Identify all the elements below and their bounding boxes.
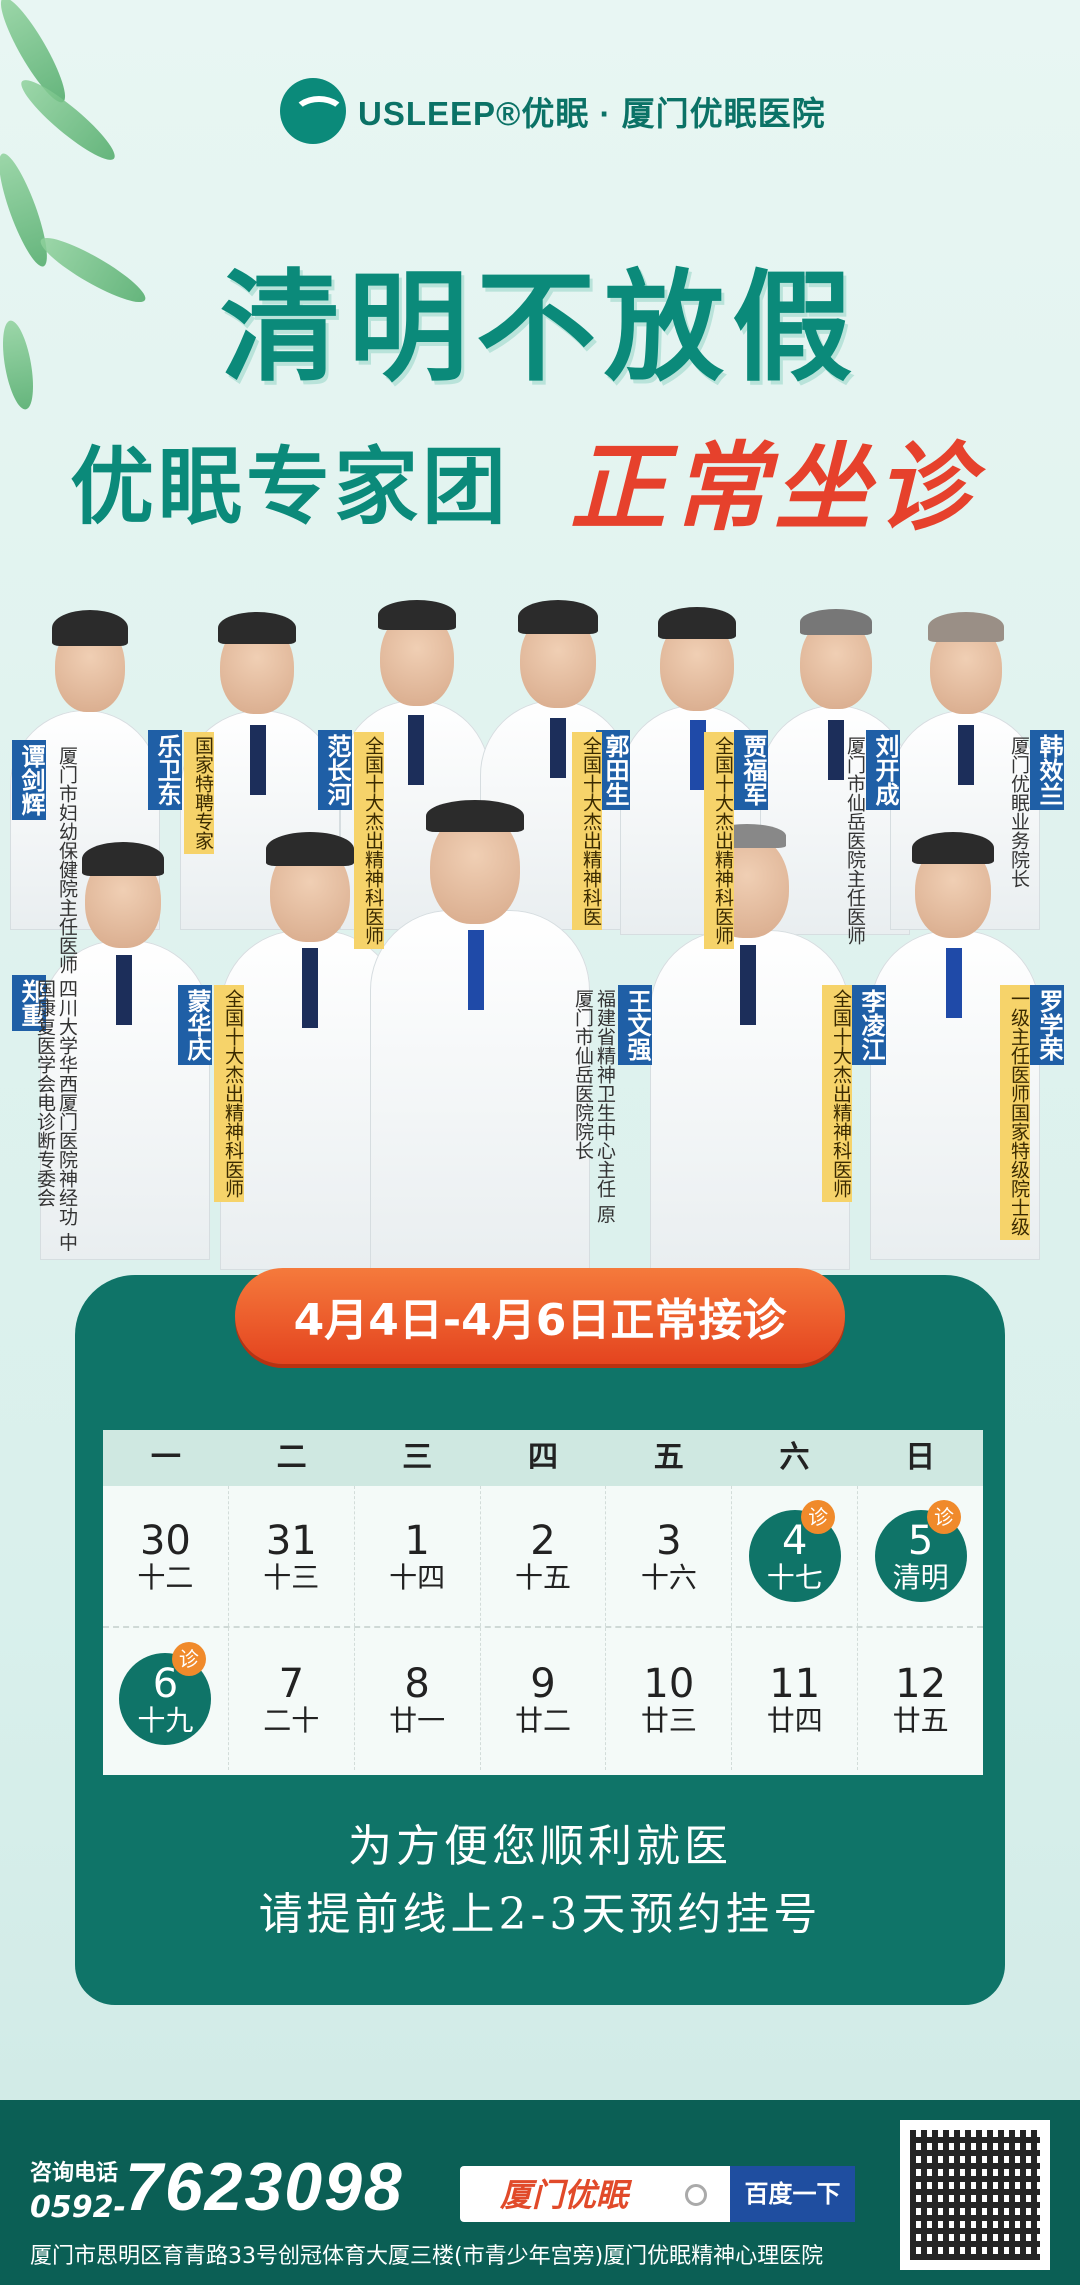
doctor-title: 全国十大杰出精神科医师 xyxy=(214,985,244,1202)
lunar-date: 十二 xyxy=(137,1561,194,1594)
phone-number[interactable]: 7623098 xyxy=(125,2148,404,2226)
doctor-title: 全国十大杰出精神科医师 xyxy=(822,985,852,1202)
calendar-day-open: 6 十九 诊 xyxy=(103,1628,229,1770)
weekday-label: 日 xyxy=(905,1440,936,1475)
calendar-day: 3 十六 xyxy=(606,1486,733,1626)
calendar: 一 二 三 四 五 六 日 30 十二 31 十三 1 十四 2 十五 3 十六 4 十七 … xyxy=(103,1430,983,1775)
weekday-label: 一 xyxy=(150,1440,181,1475)
day-number: 7 xyxy=(278,1661,305,1707)
logo-text: USLEEP®优眠 · 厦门优眠医院 xyxy=(358,95,826,132)
calendar-weekday-header: 一 二 三 四 五 六 日 xyxy=(103,1430,983,1486)
calendar-day: 1 十四 xyxy=(355,1486,481,1626)
day-number: 2 xyxy=(530,1518,556,1564)
calendar-day-open: 5 清明 诊 xyxy=(858,1486,983,1626)
calendar-day-open: 4 十七 诊 xyxy=(732,1486,859,1626)
doctor-group-photo: 谭剑辉 厦门市妇幼保健院主任医师 乐卫东 国家特聘专家 范长河 全国十大杰出精神… xyxy=(0,590,1080,1270)
phone-label: 咨询电话 xyxy=(30,2161,119,2186)
doctor-name: 乐卫东 xyxy=(148,730,182,810)
day-number: 9 xyxy=(530,1661,556,1707)
calendar-week-row: 30 十二 31 十三 1 十四 2 十五 3 十六 4 十七 诊 5 清明 诊 xyxy=(103,1486,983,1628)
logo-icon xyxy=(280,78,346,144)
doctor-title: 国家特聘专家 xyxy=(184,732,214,854)
calendar-day: 10 廿三 xyxy=(606,1628,733,1770)
clinic-badge: 诊 xyxy=(801,1500,836,1534)
doctor-title: 全国十大杰出精神科医 xyxy=(572,732,602,930)
lunar-date: 廿五 xyxy=(892,1704,949,1737)
doctor-name: 蒙华庆 xyxy=(178,985,212,1065)
weekday-label: 二 xyxy=(276,1440,307,1475)
calendar-day: 7 二十 xyxy=(229,1628,355,1770)
doctor-name: 刘开成 xyxy=(866,730,900,810)
calendar-week-row: 6 十九 诊 7 二十 8 廿一 9 廿二 10 廿三 11 廿四 12 廿五 xyxy=(103,1628,983,1770)
calendar-day: 12 廿五 xyxy=(858,1628,983,1770)
lunar-date: 清明 xyxy=(892,1561,949,1594)
weekday-label: 三 xyxy=(402,1440,433,1475)
headline: 清明不放假 xyxy=(220,259,860,398)
search-button[interactable]: 百度一下 xyxy=(730,2166,855,2222)
doctor-name: 王文强 xyxy=(618,985,652,1065)
lunar-date: 十三 xyxy=(263,1561,320,1594)
doctor-name: 谭剑辉 xyxy=(12,740,46,820)
date-banner: 4月4日-4月6日正常接诊 xyxy=(235,1268,845,1364)
day-number: 12 xyxy=(895,1661,947,1707)
lunar-date: 十九 xyxy=(137,1704,194,1737)
clinic-badge: 诊 xyxy=(927,1500,962,1534)
doctor-title: 一级主任医师国家特级院士级 xyxy=(1000,985,1030,1240)
hospital-logo: USLEEP®优眠 · 厦门优眠医院 xyxy=(280,78,826,144)
doctor-title: 全国十大杰出精神科医师 xyxy=(704,732,734,949)
phone-area-code: 0592- xyxy=(30,2190,126,2225)
search-icon xyxy=(685,2184,707,2206)
day-number: 10 xyxy=(643,1661,695,1707)
hospital-address: 厦门市思明区育青路33号创冠体育大厦三楼(市青少年宫旁)厦门优眠精神心理医院 xyxy=(30,2244,824,2269)
day-number: 1 xyxy=(404,1518,430,1564)
appointment-note: 为方便您顺利就医 xyxy=(348,1821,732,1872)
lunar-date: 十六 xyxy=(640,1561,697,1594)
doctor-title: 四川大学华西厦门医院神经功 中国康复医学会电诊断专委会 xyxy=(34,979,78,1252)
lunar-date: 廿二 xyxy=(515,1704,572,1737)
weekday-label: 五 xyxy=(653,1440,684,1475)
appointment-note: 请提前线上2-3天预约挂号 xyxy=(258,1889,822,1940)
lunar-date: 廿四 xyxy=(766,1704,823,1737)
subheadline-part1: 优眠专家团 xyxy=(70,438,511,536)
day-number: 11 xyxy=(769,1661,821,1707)
doctor-title: 全国十大杰出精神科医师 xyxy=(354,732,384,949)
doctor-title: 福建省精神卫生中心主任 原厦门市仙岳医院院长 xyxy=(572,989,616,1224)
calendar-day: 2 十五 xyxy=(481,1486,607,1626)
calendar-day: 31 十三 xyxy=(229,1486,355,1626)
doctor-name: 罗学荣 xyxy=(1030,985,1064,1065)
doctor-name: 范长河 xyxy=(318,730,352,810)
calendar-day: 9 廿二 xyxy=(481,1628,607,1770)
doctor-name: 韩效兰 xyxy=(1030,730,1064,810)
lunar-date: 十四 xyxy=(389,1561,446,1594)
day-number: 8 xyxy=(404,1661,430,1707)
doctor-title: 厦门市仙岳医院主任医师 xyxy=(844,736,866,945)
calendar-day: 8 廿一 xyxy=(355,1628,481,1770)
lunar-date: 十五 xyxy=(515,1561,572,1594)
day-number: 3 xyxy=(656,1518,682,1564)
subheadline-part2: 正常坐诊 xyxy=(570,431,978,544)
weekday-label: 六 xyxy=(779,1440,810,1475)
day-number: 30 xyxy=(139,1518,191,1564)
doctor-name: 贾福军 xyxy=(734,730,768,810)
doctor-title: 厦门市妇幼保健院主任医师 xyxy=(56,746,78,974)
lunar-date: 二十 xyxy=(263,1704,320,1737)
lunar-date: 十七 xyxy=(766,1561,823,1594)
search-input[interactable]: 厦门优眠 xyxy=(500,2170,628,2216)
lunar-date: 廿三 xyxy=(640,1704,697,1737)
leaf-decoration xyxy=(13,71,123,169)
weekday-label: 四 xyxy=(528,1440,559,1475)
doctor-title: 厦门优眠业务院长 xyxy=(1008,736,1030,888)
clinic-badge: 诊 xyxy=(171,1642,206,1676)
day-number: 31 xyxy=(265,1518,317,1564)
calendar-day: 11 廿四 xyxy=(732,1628,859,1770)
doctor-name: 李凌江 xyxy=(852,985,886,1065)
calendar-day: 30 十二 xyxy=(103,1486,229,1626)
lunar-date: 廿一 xyxy=(389,1704,446,1737)
